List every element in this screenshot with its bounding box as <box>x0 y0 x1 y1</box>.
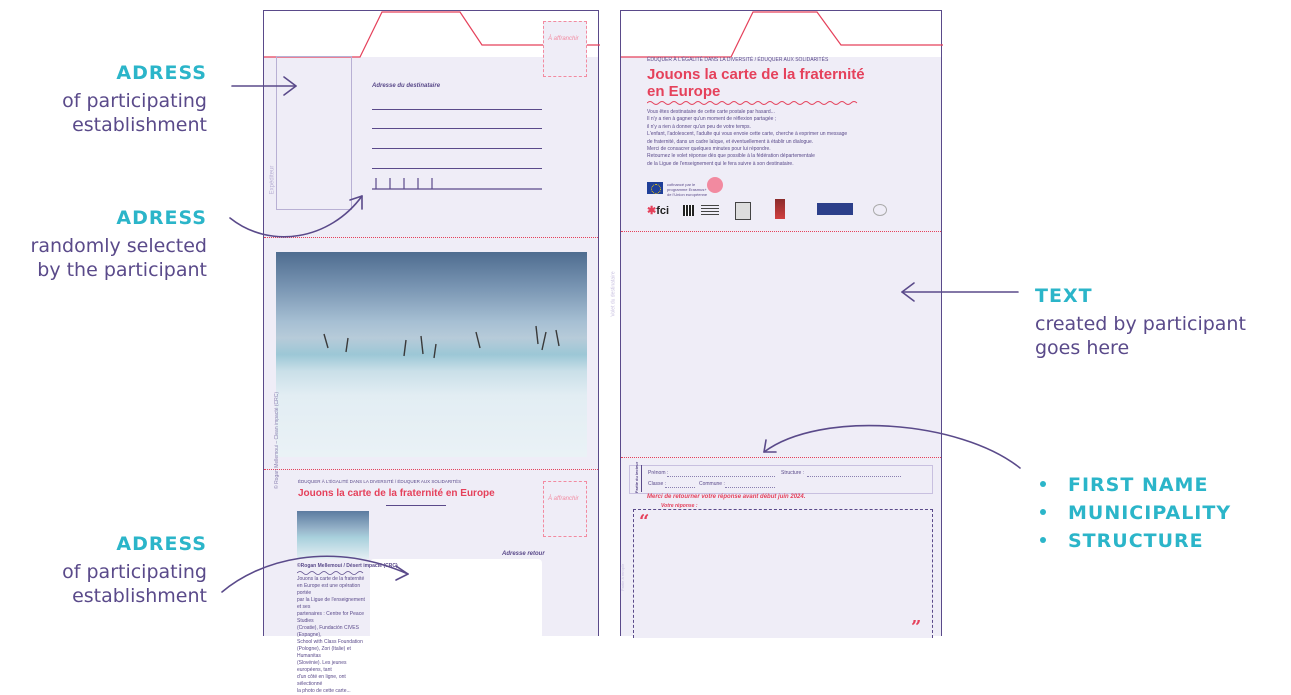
small-text-line: (Pologne), Zori (Italie) et Humanitas <box>297 646 351 659</box>
small-text-line: la photo de cette carte... <box>297 688 351 694</box>
small-text-line: d'un côté en ligne, ont sélectionné <box>297 674 346 687</box>
arrow-adress-2 <box>229 195 363 238</box>
small-text-line: School with Class Foundation <box>297 639 363 645</box>
arrow-adress-3 <box>221 555 409 593</box>
small-text-line: (Slovénie). Les jeunes européens, tant <box>297 660 347 673</box>
arrows-layer <box>221 76 1021 593</box>
arrow-form <box>763 424 1021 469</box>
